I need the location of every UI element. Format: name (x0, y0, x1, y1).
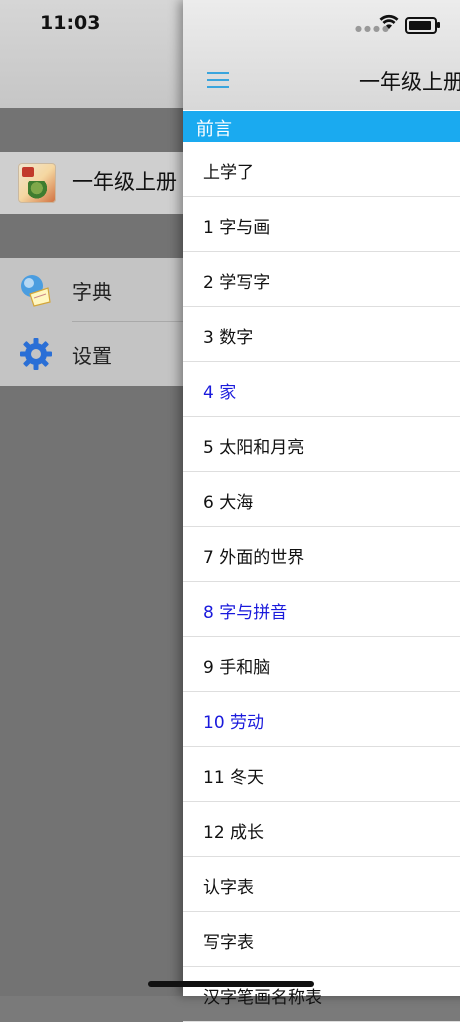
chapter-panel: ●●●● 一年级上册 前言 上学了 1 字与画 2 学写字 3 数字 4 家 5 太阳和月… (183, 0, 460, 1022)
home-indicator[interactable] (148, 981, 314, 987)
section-title: 前言 (196, 119, 232, 140)
chapter-list: 上学了 1 字与画 2 学写字 3 数字 4 家 5 太阳和月亮 6 大海 7 外面的世界 8 … (183, 142, 460, 1022)
chapter-label: 9 手和脑 (203, 658, 271, 678)
list-item[interactable]: 3 数字 (183, 307, 460, 362)
nav-bar: ●●●● 一年级上册 (183, 0, 460, 110)
page-title: 一年级上册 (359, 70, 460, 94)
list-item[interactable]: 上学了 (183, 142, 460, 197)
list-item[interactable]: 11 冬天 (183, 747, 460, 802)
list-item[interactable]: 认字表 (183, 857, 460, 912)
battery-icon (405, 17, 440, 34)
chapter-label: 认字表 (203, 878, 254, 898)
list-item[interactable]: 写字表 (183, 912, 460, 967)
list-item[interactable]: 7 外面的世界 (183, 527, 460, 582)
list-item[interactable]: 1 字与画 (183, 197, 460, 252)
dictionary-icon (21, 275, 51, 307)
list-item[interactable]: 6 大海 (183, 472, 460, 527)
drawer-book-title: 一年级上册 (72, 170, 177, 194)
list-item[interactable]: 12 成长 (183, 802, 460, 857)
chapter-label: 8 字与拼音 (203, 603, 288, 623)
list-item[interactable]: 5 太阳和月亮 (183, 417, 460, 472)
list-item[interactable]: 8 字与拼音 (183, 582, 460, 637)
list-item[interactable]: 2 学写字 (183, 252, 460, 307)
status-time: 11:03 (40, 12, 101, 34)
chapter-label: 4 家 (203, 383, 237, 403)
chapter-label: 7 外面的世界 (203, 548, 305, 568)
chapter-label: 上学了 (203, 163, 254, 183)
drawer-item-label: 设置 (72, 344, 112, 368)
chapter-label: 11 冬天 (203, 768, 265, 788)
list-item[interactable]: 4 家 (183, 362, 460, 417)
wifi-icon (379, 14, 399, 29)
status-icons: ●●●● (355, 14, 460, 34)
list-item[interactable]: 10 劳动 (183, 692, 460, 747)
chapter-label: 3 数字 (203, 328, 254, 348)
chapter-label: 12 成长 (203, 823, 265, 843)
chapter-label: 6 大海 (203, 493, 254, 513)
chapter-label: 5 太阳和月亮 (203, 438, 305, 458)
chapter-label: 写字表 (203, 933, 254, 953)
chapter-label: 2 学写字 (203, 273, 271, 293)
hamburger-icon[interactable] (207, 70, 231, 90)
chapter-label: 10 劳动 (203, 713, 265, 733)
list-item[interactable]: 9 手和脑 (183, 637, 460, 692)
chapter-label: 1 字与画 (203, 218, 271, 238)
drawer-item-label: 字典 (72, 280, 112, 304)
book-cover-icon (18, 163, 56, 203)
section-header: 前言 (183, 111, 460, 142)
list-item[interactable]: 汉字笔画名称表 (183, 967, 460, 1022)
gear-icon (20, 338, 52, 370)
